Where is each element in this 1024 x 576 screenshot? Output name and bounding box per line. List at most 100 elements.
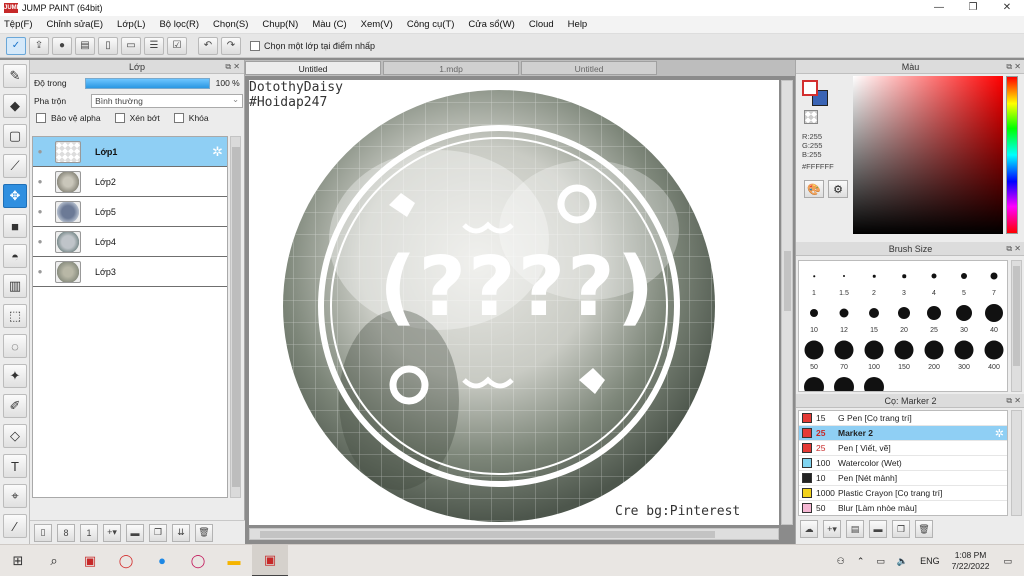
brush-size-option[interactable]: 50 xyxy=(799,337,829,374)
brush-settings-icon[interactable]: ▤ xyxy=(846,520,864,538)
brush-size-option[interactable]: 10 xyxy=(799,300,829,337)
tab-untitled-2[interactable]: Untitled xyxy=(521,61,657,75)
tab-1-mdp[interactable]: 1.mdp xyxy=(383,61,519,75)
brush-size-option[interactable]: 1.5 xyxy=(829,263,859,300)
layer-row[interactable]: ● Lớp3 xyxy=(33,257,227,287)
fill-rect-icon[interactable]: ■ xyxy=(3,214,27,238)
snap-icon[interactable]: ✓ xyxy=(6,36,26,55)
merge-icon[interactable]: ⇊ xyxy=(172,523,190,542)
brush-size-option[interactable]: 300 xyxy=(949,337,979,374)
brush-list-item[interactable]: 100 Watercolor (Wet) xyxy=(799,456,1007,471)
brush-list-item[interactable]: 25 Marker 2 ✲ xyxy=(799,426,1007,441)
brush-size-option[interactable]: 15 xyxy=(859,300,889,337)
people-icon[interactable]: ⚇ xyxy=(837,556,845,567)
close-button[interactable]: ✕ xyxy=(990,0,1024,16)
gradient-icon[interactable]: ▥ xyxy=(3,274,27,298)
app-icon[interactable]: ▣ xyxy=(72,545,108,576)
layer-row[interactable]: ● Lớp2 xyxy=(33,167,227,197)
brush-size-option[interactable]: 3 xyxy=(889,263,919,300)
redo-icon[interactable]: ↷ xyxy=(221,36,241,55)
lock-checkbox[interactable] xyxy=(173,113,184,123)
blend-mode-select[interactable]: Bình thường xyxy=(91,93,244,108)
menu-tools[interactable]: Công cụ(T) xyxy=(407,19,455,30)
visibility-icon[interactable]: ● xyxy=(33,237,47,246)
search-icon[interactable]: ⌕ xyxy=(36,545,72,576)
menu-help[interactable]: Help xyxy=(568,19,588,30)
palette-icon[interactable]: 🎨 xyxy=(804,180,824,198)
brush-size-option[interactable]: 25 xyxy=(919,300,949,337)
brush-size-option[interactable] xyxy=(859,374,889,391)
menu-cloud[interactable]: Cloud xyxy=(529,19,554,30)
menu-select[interactable]: Chọn(S) xyxy=(213,19,248,30)
jump-paint-taskbar-icon[interactable]: ▣ xyxy=(252,544,288,576)
brush-size-option[interactable]: 40 xyxy=(979,300,1007,337)
notifications-icon[interactable]: ▭ xyxy=(1003,556,1012,567)
maximize-button[interactable]: ❐ xyxy=(956,0,990,16)
visibility-icon[interactable]: ● xyxy=(33,177,47,186)
brush-icon[interactable]: ✎ xyxy=(3,64,27,88)
menu-capture[interactable]: Chụp(N) xyxy=(262,19,298,30)
foreground-color-swatch[interactable] xyxy=(802,80,818,96)
canvas-horizontal-scrollbar[interactable] xyxy=(249,528,779,540)
lock-option[interactable]: Khóa xyxy=(173,113,209,123)
layer-scrollbar[interactable] xyxy=(230,136,241,498)
gear-icon[interactable]: ✲ xyxy=(995,427,1004,440)
drawing-canvas[interactable]: (????) DotothyDaisy #Hoidap247 Cre bg:Pi… xyxy=(249,80,779,525)
saturation-value-picker[interactable] xyxy=(853,76,1003,234)
visibility-icon[interactable]: ● xyxy=(33,207,47,216)
brush-size-option[interactable]: 30 xyxy=(949,300,979,337)
layer-row[interactable]: ● Lớp4 xyxy=(33,227,227,257)
magic-wand-icon[interactable]: ✦ xyxy=(3,364,27,388)
brush-size-option[interactable]: 200 xyxy=(919,337,949,374)
canvas-vertical-scrollbar[interactable] xyxy=(781,80,793,525)
text-icon[interactable]: T xyxy=(3,454,27,478)
brush-size-option[interactable]: 7 xyxy=(979,263,1007,300)
eyedropper-icon[interactable]: ∕ xyxy=(3,514,27,538)
tab-untitled-1[interactable]: Untitled xyxy=(245,61,381,75)
trash-icon[interactable]: 🗑 xyxy=(195,523,213,542)
clock[interactable]: 1:08 PM 7/22/2022 xyxy=(952,550,990,572)
brush-size-option[interactable]: 4 xyxy=(919,263,949,300)
brush-list-item[interactable]: 1000 Plastic Crayon [Cọ trang trí] xyxy=(799,486,1007,501)
folder-icon[interactable]: ▬ xyxy=(869,520,887,538)
duplicate-icon[interactable]: ❐ xyxy=(149,523,167,542)
select-rect-icon[interactable]: ⬚ xyxy=(3,304,27,328)
comment-icon[interactable]: ▤ xyxy=(75,36,95,55)
panel-float-icon[interactable]: ⧉ ✕ xyxy=(1006,242,1021,256)
layer-row[interactable]: ● Lớp1 ✲ xyxy=(33,137,227,167)
brush-size-option[interactable]: 2 xyxy=(859,263,889,300)
document-icon[interactable]: ▭ xyxy=(121,36,141,55)
eraser-icon[interactable]: ◆ xyxy=(3,94,27,118)
windows-start-icon[interactable]: ⊞ xyxy=(0,545,36,576)
folder-icon[interactable]: ▬ xyxy=(126,523,144,542)
network-icon[interactable]: ▭ xyxy=(876,556,885,567)
brush-size-option[interactable]: 20 xyxy=(889,300,919,337)
new-1bit-layer-icon[interactable]: 1 xyxy=(80,523,98,542)
brush-size-option[interactable]: 1 xyxy=(799,263,829,300)
select-pen-icon[interactable]: ✐ xyxy=(3,394,27,418)
menu-window[interactable]: Cửa sổ(W) xyxy=(468,19,514,30)
menu-view[interactable]: Xem(V) xyxy=(361,19,393,30)
visibility-icon[interactable]: ● xyxy=(33,147,47,156)
select-layer-checkbox[interactable] xyxy=(250,40,260,51)
palette-settings-icon[interactable]: ⚙ xyxy=(828,180,848,198)
menu-edit[interactable]: Chỉnh sửa(E) xyxy=(47,19,104,30)
brush-size-scrollbar[interactable] xyxy=(1011,260,1022,392)
brush-size-option[interactable] xyxy=(799,374,829,391)
gear-icon[interactable]: ✲ xyxy=(212,144,223,160)
menu-layer[interactable]: Lớp(L) xyxy=(117,19,145,30)
brush-size-option[interactable]: 5 xyxy=(949,263,979,300)
brush-list-item[interactable]: 50 Blur [Làm nhòe màu] xyxy=(799,501,1007,515)
visibility-icon[interactable]: ● xyxy=(33,267,47,276)
page-icon[interactable]: ▯ xyxy=(98,36,118,55)
opacity-slider[interactable] xyxy=(84,77,210,89)
file-explorer-icon[interactable]: ▬ xyxy=(216,545,252,576)
checklist-icon[interactable]: ☑ xyxy=(167,36,187,55)
add-layer-menu-icon[interactable]: +▾ xyxy=(103,523,121,542)
add-brush-icon[interactable]: +▾ xyxy=(823,520,841,538)
opera-icon[interactable]: ◯ xyxy=(108,545,144,576)
trash-icon[interactable]: 🗑 xyxy=(915,520,933,538)
layer-row[interactable]: ● Lớp5 xyxy=(33,197,227,227)
panel-float-icon[interactable]: ⧉ ✕ xyxy=(1006,394,1021,408)
brush-list-item[interactable]: 15 G Pen [Cọ trang trí] xyxy=(799,411,1007,426)
